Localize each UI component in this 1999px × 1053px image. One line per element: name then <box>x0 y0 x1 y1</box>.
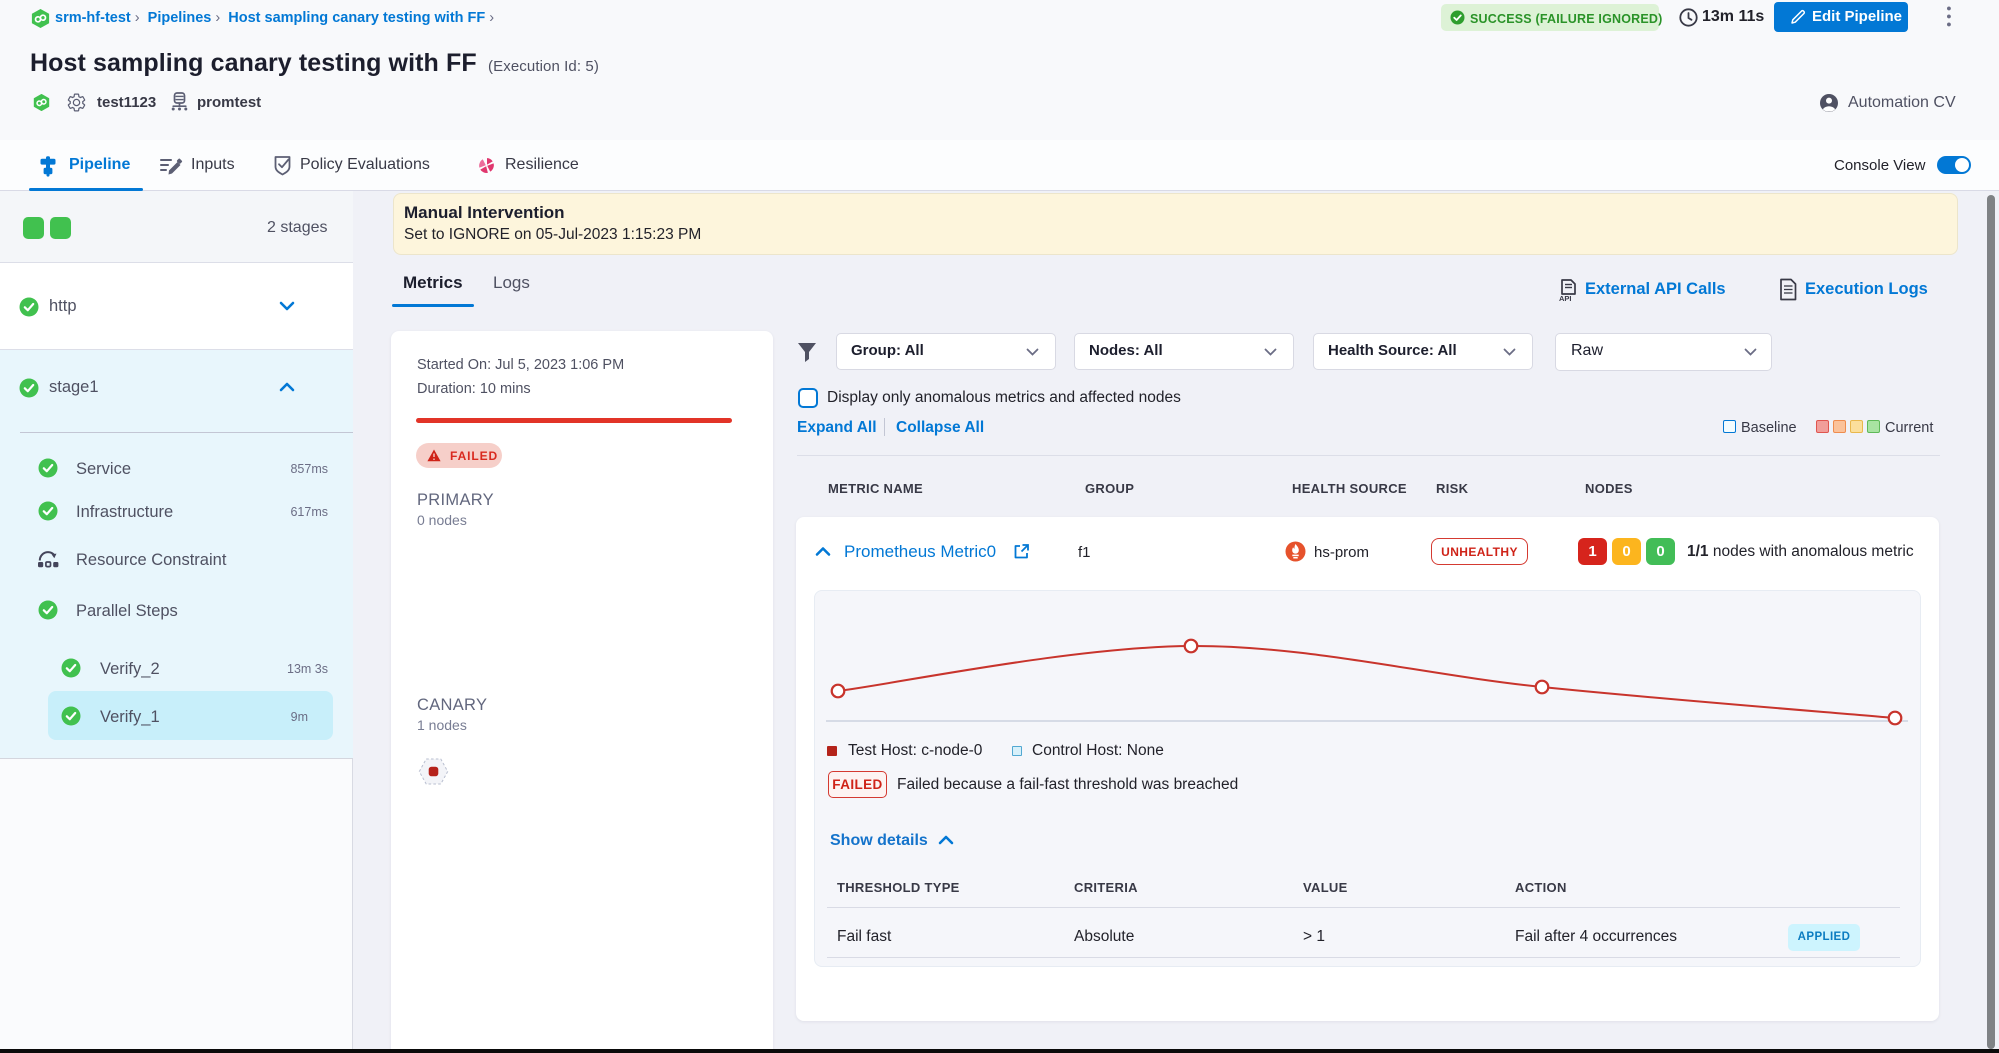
svg-text:API: API <box>1559 294 1572 302</box>
